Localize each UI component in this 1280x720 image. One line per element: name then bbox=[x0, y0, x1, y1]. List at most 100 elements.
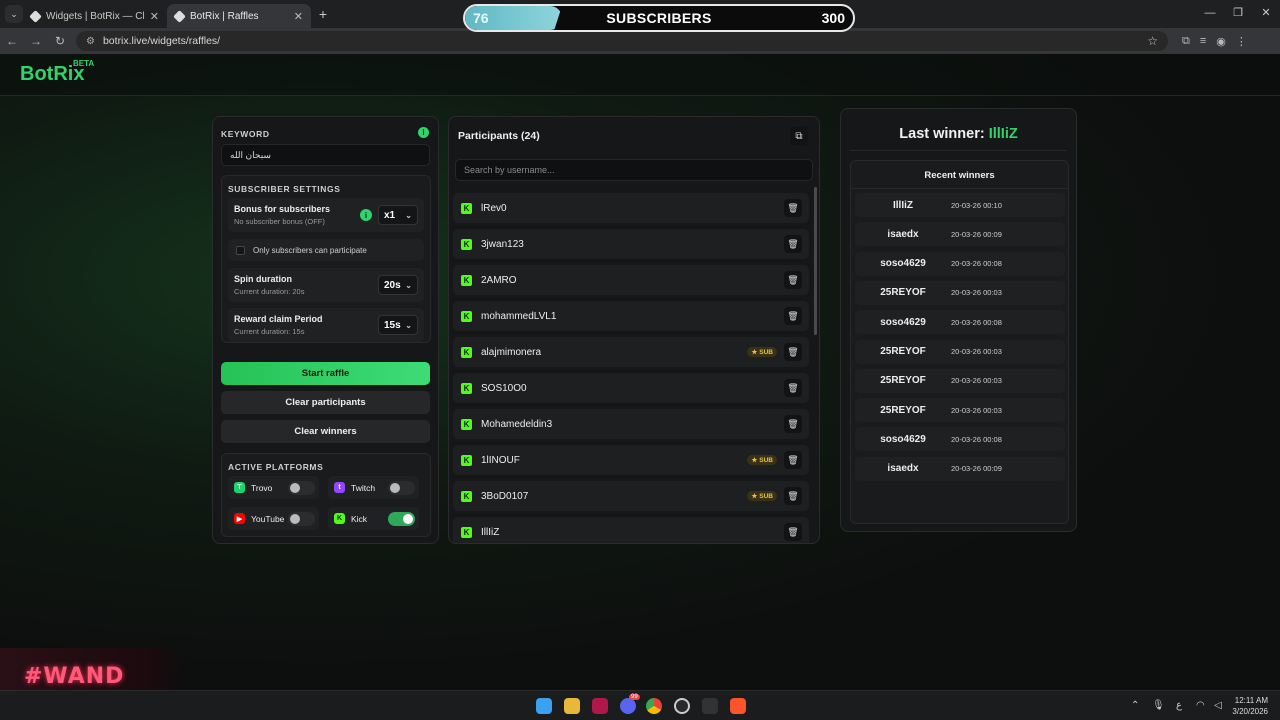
delete-participant-icon[interactable]: 🗑 bbox=[784, 307, 802, 325]
clear-participants-button[interactable]: Clear participants bbox=[221, 391, 430, 414]
participant-name: 1lINOUF bbox=[481, 454, 520, 466]
minimize-icon[interactable]: — bbox=[1196, 0, 1224, 28]
star-icon: ★ bbox=[751, 457, 758, 464]
star-icon: ★ bbox=[751, 493, 758, 500]
chrome-icon[interactable] bbox=[646, 698, 662, 714]
spin-label: Spin duration bbox=[234, 274, 292, 284]
delete-participant-icon[interactable]: 🗑 bbox=[784, 379, 802, 397]
browser-tab-widgets[interactable]: Widgets | BotRix — Cloud Strea ✕ bbox=[23, 4, 167, 28]
divider bbox=[851, 188, 1068, 189]
recent-winners-title: Recent winners bbox=[924, 170, 995, 181]
keyword-input[interactable]: سبحان الله bbox=[221, 144, 430, 166]
start-raffle-button[interactable]: Start raffle bbox=[221, 362, 430, 385]
winner-row: soso4629 20-03-26 00:08 bbox=[855, 427, 1065, 452]
tab-search-button[interactable]: ⌄ bbox=[5, 5, 23, 23]
platform-twitch: t Twitch bbox=[328, 476, 419, 499]
file-explorer-icon[interactable] bbox=[564, 698, 580, 714]
botrix-logo[interactable]: BotRix BETA bbox=[20, 59, 94, 86]
windows-taskbar: 99 ⌃ 🎙 ع ◠ ◁ 12:11 AM 3/20/2026 bbox=[0, 690, 1280, 720]
close-tab-icon[interactable]: ✕ bbox=[150, 10, 159, 23]
claim-period-select[interactable]: 15s ⌄ bbox=[378, 315, 418, 335]
winner-row: 25REYOF 20-03-26 00:03 bbox=[855, 339, 1065, 364]
brave-icon[interactable] bbox=[730, 698, 746, 714]
reload-icon[interactable]: ↻ bbox=[48, 34, 72, 48]
delete-participant-icon[interactable]: 🗑 bbox=[784, 235, 802, 253]
kick-icon: K bbox=[461, 490, 472, 502]
trovo-icon: T bbox=[234, 482, 245, 493]
media-icon[interactable]: ≡ bbox=[1200, 35, 1206, 48]
delete-participant-icon[interactable]: 🗑 bbox=[784, 199, 802, 217]
platforms-title: ACTIVE PLATFORMS bbox=[228, 462, 324, 472]
site-info-icon[interactable]: ⚙ bbox=[86, 36, 95, 47]
bonus-select[interactable]: x1 ⌄ bbox=[378, 205, 418, 225]
platform-label: Kick bbox=[351, 513, 368, 524]
forward-icon[interactable]: → bbox=[24, 34, 48, 48]
participants-title: Participants (24) bbox=[458, 130, 540, 142]
url-bar[interactable]: ⚙ botrix.live/widgets/raffles/ ☆ bbox=[76, 31, 1168, 51]
language-indicator[interactable]: ع bbox=[1176, 700, 1182, 711]
participant-name: 3BoD0107 bbox=[481, 490, 529, 502]
back-icon[interactable]: ← bbox=[0, 34, 24, 48]
winner-name: soso4629 bbox=[880, 258, 926, 270]
winner-date: 20-03-26 00:08 bbox=[951, 259, 1002, 269]
obs-icon[interactable] bbox=[674, 698, 690, 714]
trovo-toggle[interactable] bbox=[288, 481, 315, 495]
subscriber-settings-title: SUBSCRIBER SETTINGS bbox=[228, 184, 341, 194]
volume-icon[interactable]: ◁ bbox=[1214, 700, 1222, 711]
winner-row: IllIiZ 20-03-26 00:10 bbox=[855, 193, 1065, 217]
close-tab-icon[interactable]: ✕ bbox=[294, 10, 303, 23]
delete-participant-icon[interactable]: 🗑 bbox=[784, 271, 802, 289]
participant-name: alajmimonera bbox=[481, 346, 542, 358]
kick-toggle[interactable] bbox=[388, 512, 415, 526]
profile-icon[interactable]: ◉ bbox=[1216, 35, 1226, 48]
microphone-icon[interactable]: 🎙 bbox=[1152, 700, 1165, 711]
tray-chevron-icon[interactable]: ⌃ bbox=[1131, 700, 1139, 711]
subscriber-label: SUBSCRIBERS bbox=[606, 10, 712, 26]
sub-badge: ★ SUB bbox=[747, 491, 777, 501]
twitch-toggle[interactable] bbox=[388, 481, 415, 495]
only-subscribers-checkbox[interactable] bbox=[236, 245, 245, 255]
winner-name: isaedx bbox=[887, 463, 919, 475]
participant-name: 2AMRO bbox=[481, 274, 517, 286]
winner-name: 25REYOF bbox=[880, 375, 926, 387]
star-icon: ★ bbox=[751, 349, 758, 356]
extensions-icon[interactable]: ⧉ bbox=[1182, 35, 1190, 48]
banner-text: #WAND bbox=[24, 664, 125, 689]
discord-icon[interactable] bbox=[620, 698, 636, 714]
kick-icon: K bbox=[461, 346, 472, 358]
winner-row: 25REYOF 20-03-26 00:03 bbox=[855, 368, 1065, 393]
only-subscribers-checkbox-row[interactable]: Only subscribers can participate bbox=[228, 239, 424, 261]
claim-select-value: 15s bbox=[384, 319, 401, 331]
delete-participant-icon[interactable]: 🗑 bbox=[784, 343, 802, 361]
botrix-favicon-icon bbox=[29, 9, 42, 23]
clock[interactable]: 12:11 AM 3/20/2026 bbox=[1232, 695, 1268, 717]
delete-participant-icon[interactable]: 🗑 bbox=[784, 487, 802, 505]
bonus-info-icon[interactable]: i bbox=[360, 209, 372, 221]
last-winner-name: IllIiZ bbox=[988, 126, 1018, 142]
bonus-subscribers-row: Bonus for subscribers No subscriber bonu… bbox=[228, 198, 424, 232]
clear-winners-button[interactable]: Clear winners bbox=[221, 420, 430, 443]
close-window-icon[interactable]: ✕ bbox=[1252, 0, 1280, 28]
kick-icon: K bbox=[461, 238, 472, 250]
bookmark-star-icon[interactable]: ☆ bbox=[1147, 34, 1158, 48]
affinity-icon[interactable] bbox=[592, 698, 608, 714]
start-icon[interactable] bbox=[536, 698, 552, 714]
epic-games-icon[interactable] bbox=[702, 698, 718, 714]
youtube-toggle[interactable] bbox=[288, 512, 315, 526]
spin-duration-select[interactable]: 20s ⌄ bbox=[378, 275, 418, 295]
browser-menu-icon[interactable]: ⋮ bbox=[1236, 35, 1247, 48]
delete-participant-icon[interactable]: 🗑 bbox=[784, 451, 802, 469]
delete-participant-icon[interactable]: 🗑 bbox=[784, 523, 802, 541]
site-header: BotRix BETA bbox=[0, 54, 1280, 96]
copy-icon[interactable]: ⧉ bbox=[790, 127, 808, 145]
new-tab-button[interactable]: + bbox=[311, 6, 335, 22]
participant-search-input[interactable]: Search by username... bbox=[455, 159, 813, 181]
participant-scrollbar[interactable] bbox=[814, 187, 817, 335]
subscriber-goal-count: 300 bbox=[821, 10, 845, 26]
delete-participant-icon[interactable]: 🗑 bbox=[784, 415, 802, 433]
browser-tab-raffles[interactable]: BotRix | Raffles ✕ bbox=[167, 4, 311, 28]
maximize-icon[interactable]: ❐ bbox=[1224, 0, 1252, 28]
wifi-icon[interactable]: ◠ bbox=[1196, 700, 1205, 711]
keyword-info-icon[interactable]: i bbox=[418, 127, 429, 138]
youtube-icon: ▶ bbox=[234, 513, 245, 524]
